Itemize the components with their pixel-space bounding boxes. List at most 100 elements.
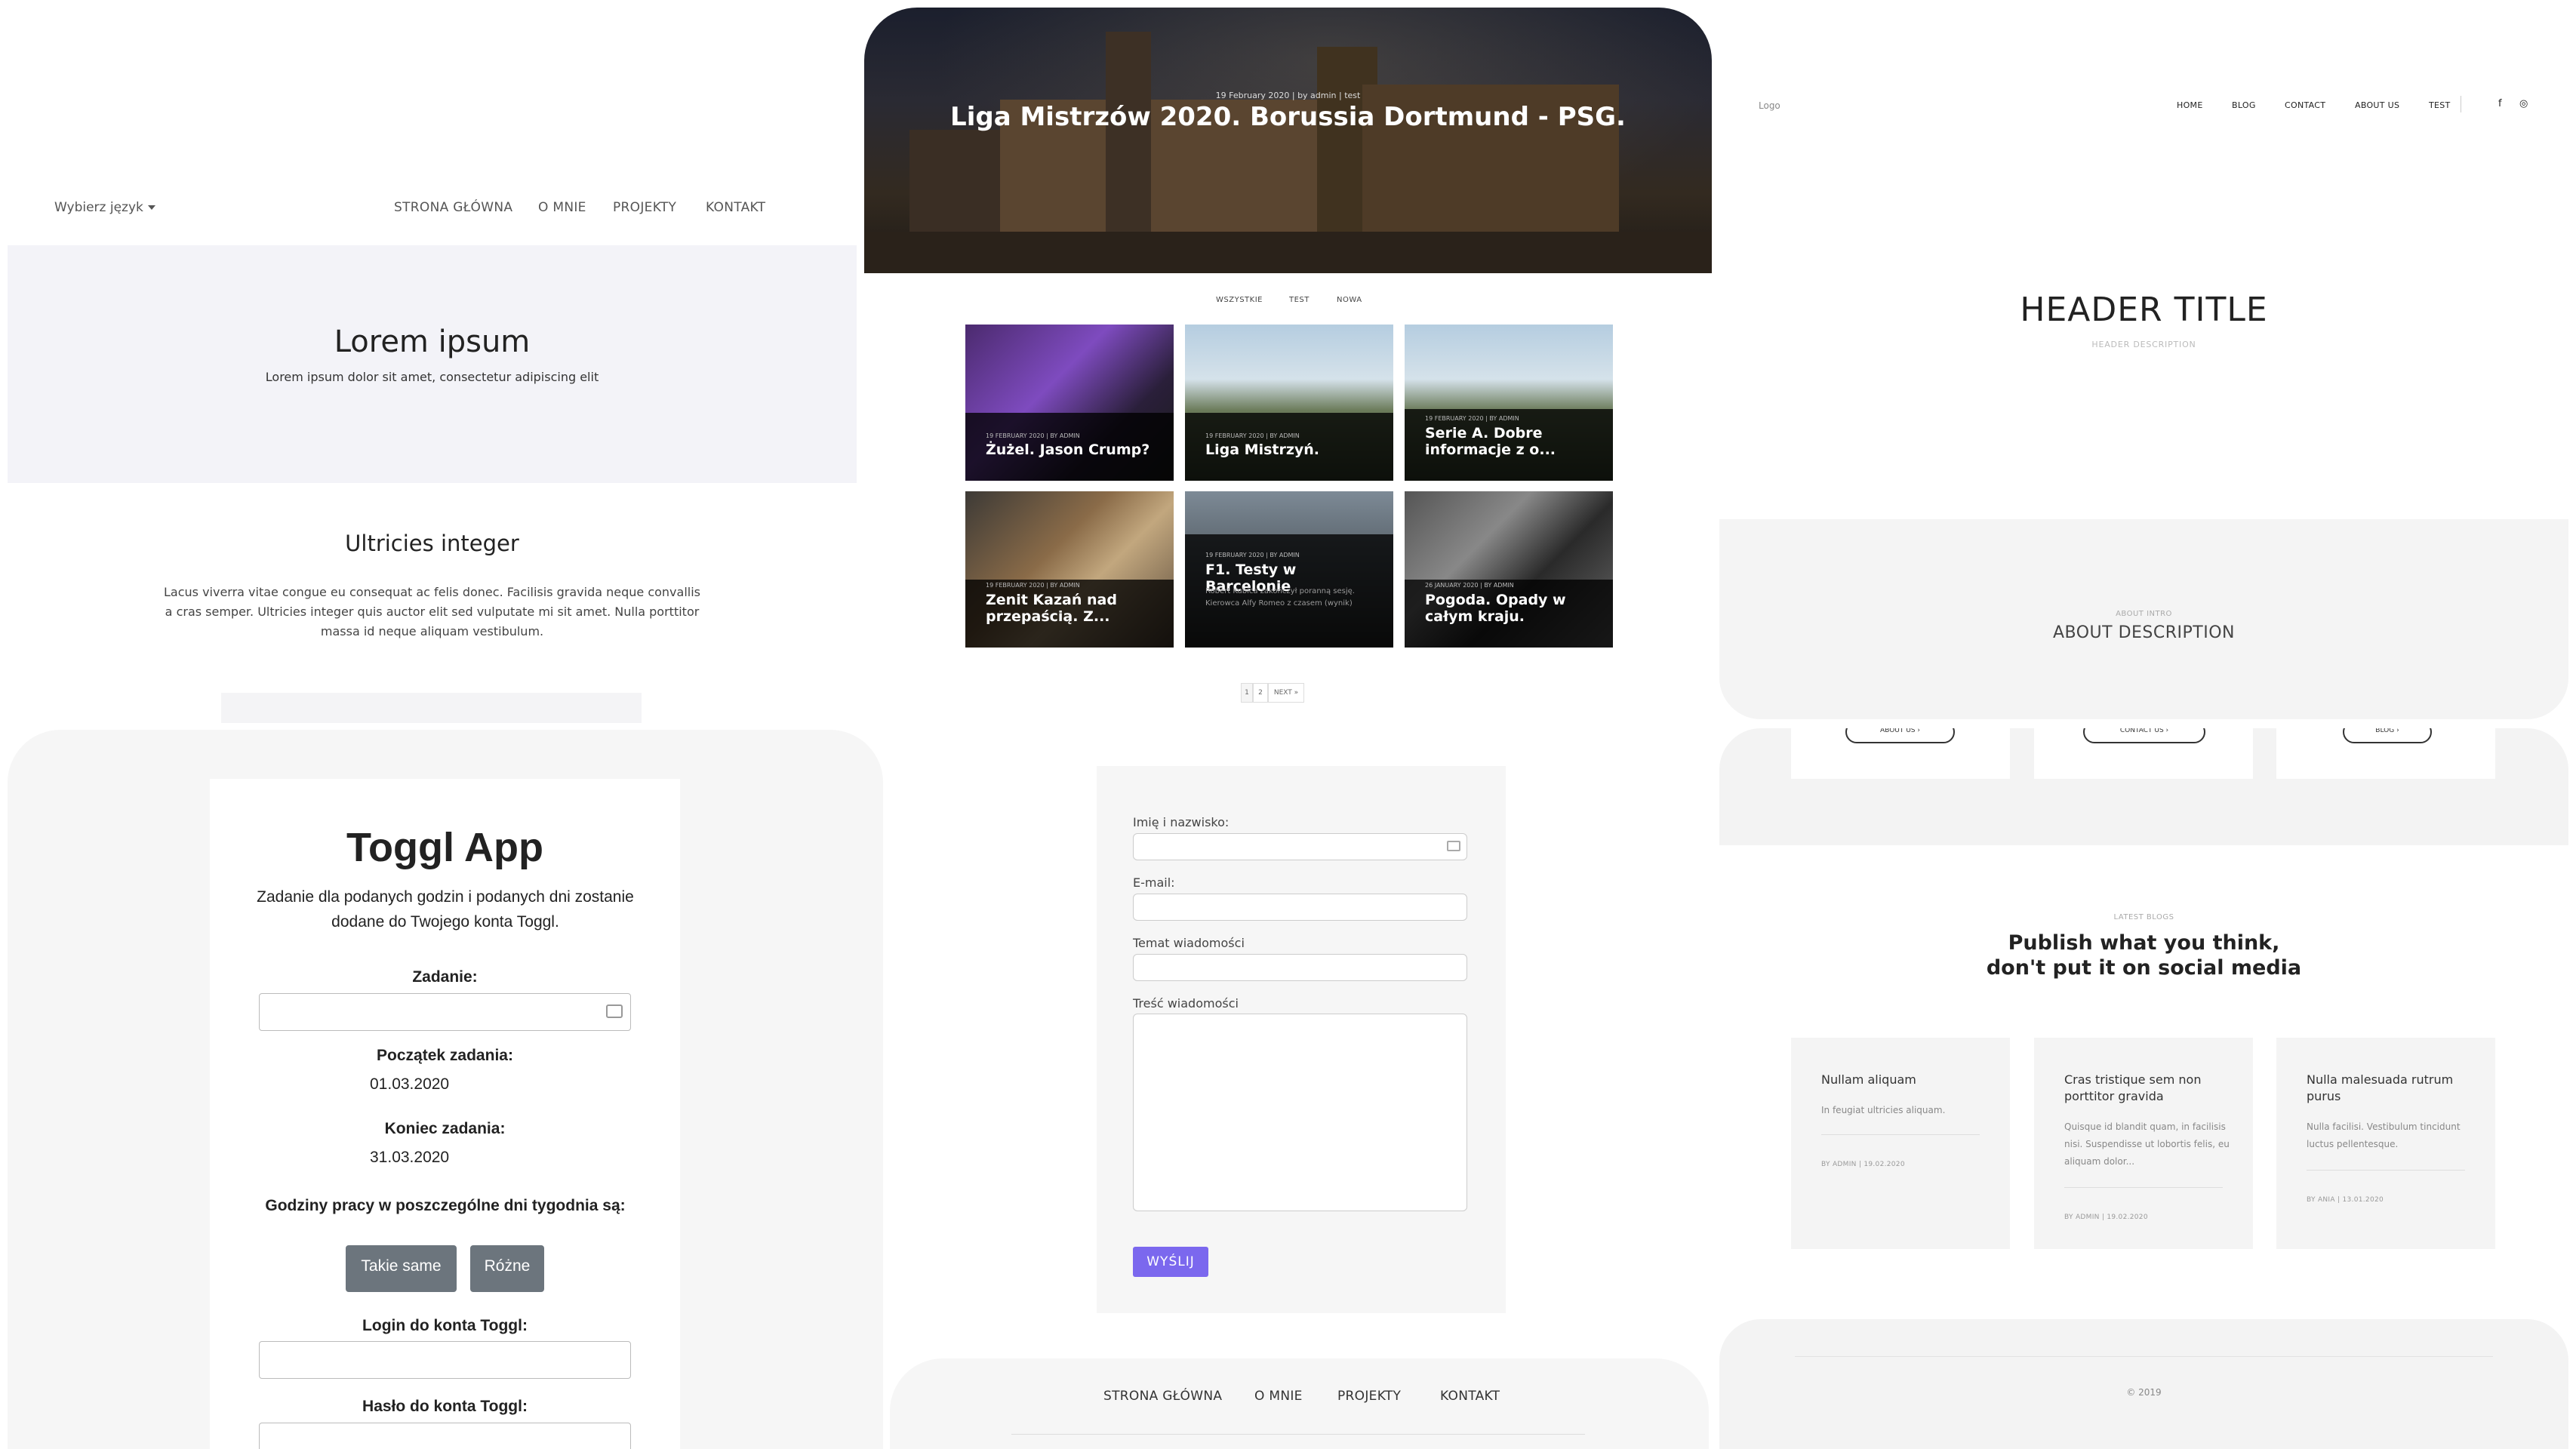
about-us-button[interactable]: ABOUT US › <box>1845 728 1955 743</box>
blog-box: BLOG › <box>2276 728 2495 779</box>
copyright: © 2019 <box>2126 1387 2162 1398</box>
password-label: Hasło do konta Toggl: <box>362 1398 528 1415</box>
keyboard-icon <box>1447 841 1460 851</box>
post-title: Nulla malesuada rutrum purus <box>2307 1072 2454 1103</box>
footer-link-contact[interactable]: KONTAKT <box>1440 1389 1500 1404</box>
nav-link-contact[interactable]: CONTACT <box>2285 100 2325 110</box>
hero-title[interactable]: Liga Mistrzów 2020. Borussia Dortmund - … <box>864 102 1712 132</box>
same-hours-button[interactable]: Takie same <box>346 1245 457 1292</box>
language-select[interactable]: Wybierz język <box>54 200 155 215</box>
task-label: Zadanie: <box>412 968 478 986</box>
header-description: HEADER DESCRIPTION <box>2091 340 2196 349</box>
blog-post-card[interactable]: Cras tristique sem non porttitor gravida… <box>2034 1038 2253 1249</box>
post-divider <box>1821 1134 1980 1135</box>
header-title: HEADER TITLE <box>2020 291 2268 329</box>
hero-subtitle: Lorem ipsum dolor sit amet, consectetur … <box>265 370 599 384</box>
hero-image <box>864 8 1712 273</box>
pager-next[interactable]: NEXT » <box>1268 683 1304 703</box>
blog-button[interactable]: BLOG › <box>2343 728 2432 743</box>
nav-link-blog[interactable]: BLOG <box>2232 100 2256 110</box>
post-title: Liga Mistrzyń. <box>1205 441 1320 458</box>
nav-link-projects[interactable]: PROJEKTY <box>613 200 676 215</box>
nav-link-home[interactable]: STRONA GŁÓWNA <box>394 200 512 215</box>
post-divider <box>2307 1170 2465 1171</box>
about-intro: ABOUT INTRO <box>2116 610 2172 618</box>
nav-link-home[interactable]: HOME <box>2177 100 2203 110</box>
different-hours-button[interactable]: Różne <box>470 1245 544 1292</box>
post-meta: 19 FEBRUARY 2020 | BY ADMIN <box>1425 415 1519 422</box>
content-strip <box>221 693 642 723</box>
language-select-label: Wybierz język <box>54 200 143 215</box>
app-title: Toggl App <box>346 825 543 870</box>
logo[interactable]: Logo <box>1759 100 1780 111</box>
about-box: ABOUT US › <box>1791 728 2010 779</box>
about-description: ABOUT DESCRIPTION <box>2052 623 2235 642</box>
email-input[interactable] <box>1133 894 1467 921</box>
message-textarea[interactable] <box>1133 1014 1467 1211</box>
footer-link-home[interactable]: STRONA GŁÓWNA <box>1103 1389 1222 1404</box>
post-meta: 26 JANUARY 2020 | BY ADMIN <box>1425 582 1514 589</box>
hours-label: Godziny pracy w poszczególne dni tygodni… <box>265 1197 626 1214</box>
post-title: Cras tristique sem non porttitor gravida <box>2064 1072 2202 1103</box>
post-excerpt: In feugiat ultricies aliquam. <box>1821 1105 1946 1115</box>
site-preview-blog: 19 February 2020 | by admin | test Liga … <box>864 8 1712 706</box>
pager-page-1[interactable]: 1 <box>1241 683 1253 703</box>
site-preview-template: Logo HOME BLOG CONTACT ABOUT US TEST f ◎… <box>1719 0 2568 728</box>
email-label: E-mail: <box>1133 875 1175 890</box>
hero-section <box>8 245 857 483</box>
login-input[interactable] <box>259 1341 631 1379</box>
about-section <box>1719 519 2568 719</box>
blog-section-preview: ABOUT US › CONTACT US › BLOG › LATEST BL… <box>1719 728 2568 1449</box>
message-label: Treść wiadomości <box>1133 996 1239 1011</box>
post-meta: BY ADMIN | 19.02.2020 <box>1821 1161 1905 1168</box>
facebook-icon[interactable]: f <box>2498 98 2502 109</box>
post-card[interactable]: 19 FEBRUARY 2020 | BY ADMIN Zenit Kazań … <box>965 491 1174 648</box>
footer-divider <box>1011 1434 1585 1435</box>
post-meta: BY ANIA | 13.01.2020 <box>2307 1196 2384 1204</box>
nav-link-test[interactable]: TEST <box>2429 100 2451 110</box>
name-label: Imię i nazwisko: <box>1133 815 1230 829</box>
end-date-input[interactable]: 31.03.2020 <box>370 1149 449 1167</box>
filter-all[interactable]: WSZYSTKIE <box>1216 296 1263 304</box>
site-preview-portfolio: Wybierz język STRONA GŁÓWNA O MNIE PROJE… <box>8 0 857 728</box>
post-meta: 19 FEBRUARY 2020 | BY ADMIN <box>1205 552 1300 558</box>
name-input[interactable] <box>1133 833 1467 860</box>
toggl-app-preview: Toggl App Zadanie dla podanych godzin i … <box>8 730 883 1449</box>
send-button[interactable]: WYŚLIJ <box>1133 1247 1208 1277</box>
caret-down-icon <box>147 205 155 210</box>
post-title: Serie A. Dobre informacje z o... <box>1425 425 1556 458</box>
hero-meta: 19 February 2020 | by admin | test <box>1215 91 1361 100</box>
nav-link-about[interactable]: O MNIE <box>538 200 586 215</box>
start-label: Początek zadania: <box>377 1047 513 1064</box>
post-excerpt: Robert Kubica zakończył poranną sesję. K… <box>1205 587 1355 608</box>
app-description: Zadanie dla podanych godzin i podanych d… <box>257 888 634 931</box>
post-title: Żużel. Jason Crump? <box>986 441 1150 458</box>
contact-us-button[interactable]: CONTACT US › <box>2083 728 2205 743</box>
post-card[interactable]: 19 FEBRUARY 2020 | BY ADMIN Żużel. Jason… <box>965 325 1174 481</box>
end-label: Koniec zadania: <box>384 1120 506 1137</box>
login-label: Login do konta Toggl: <box>362 1317 528 1334</box>
subject-input[interactable] <box>1133 954 1467 981</box>
task-input[interactable] <box>259 993 631 1031</box>
start-date-input[interactable]: 01.03.2020 <box>370 1075 449 1094</box>
filter-test[interactable]: TEST <box>1289 296 1310 304</box>
footer-link-projects[interactable]: PROJEKTY <box>1337 1389 1401 1404</box>
post-card[interactable]: 19 FEBRUARY 2020 | BY ADMIN Serie A. Dob… <box>1405 325 1613 481</box>
password-input[interactable] <box>259 1423 631 1449</box>
post-meta: BY ADMIN | 19.02.2020 <box>2064 1214 2148 1221</box>
subject-label: Temat wiadomości <box>1133 936 1245 950</box>
footer-link-about[interactable]: O MNIE <box>1254 1389 1303 1404</box>
pager-page-2[interactable]: 2 <box>1253 683 1268 703</box>
nav-link-contact[interactable]: KONTAKT <box>706 200 765 215</box>
blog-post-card[interactable]: Nullam aliquam In feugiat ultricies aliq… <box>1791 1038 2010 1249</box>
post-card[interactable]: 19 FEBRUARY 2020 | BY ADMIN Liga Mistrzy… <box>1185 325 1393 481</box>
nav-link-about[interactable]: ABOUT US <box>2355 100 2399 110</box>
post-divider <box>2064 1187 2223 1188</box>
post-card[interactable]: 26 JANUARY 2020 | BY ADMIN Pogoda. Opady… <box>1405 491 1613 648</box>
filter-new[interactable]: NOWA <box>1337 296 1362 304</box>
instagram-icon[interactable]: ◎ <box>2519 98 2528 109</box>
blog-post-card[interactable]: Nulla malesuada rutrum purus Nulla facil… <box>2276 1038 2495 1249</box>
footer-divider <box>1795 1356 2493 1357</box>
post-card[interactable]: 19 FEBRUARY 2020 | BY ADMIN F1. Testy w … <box>1185 491 1393 648</box>
contact-form-preview: Imię i nazwisko: E-mail: Temat wiadomośc… <box>887 709 1712 1449</box>
